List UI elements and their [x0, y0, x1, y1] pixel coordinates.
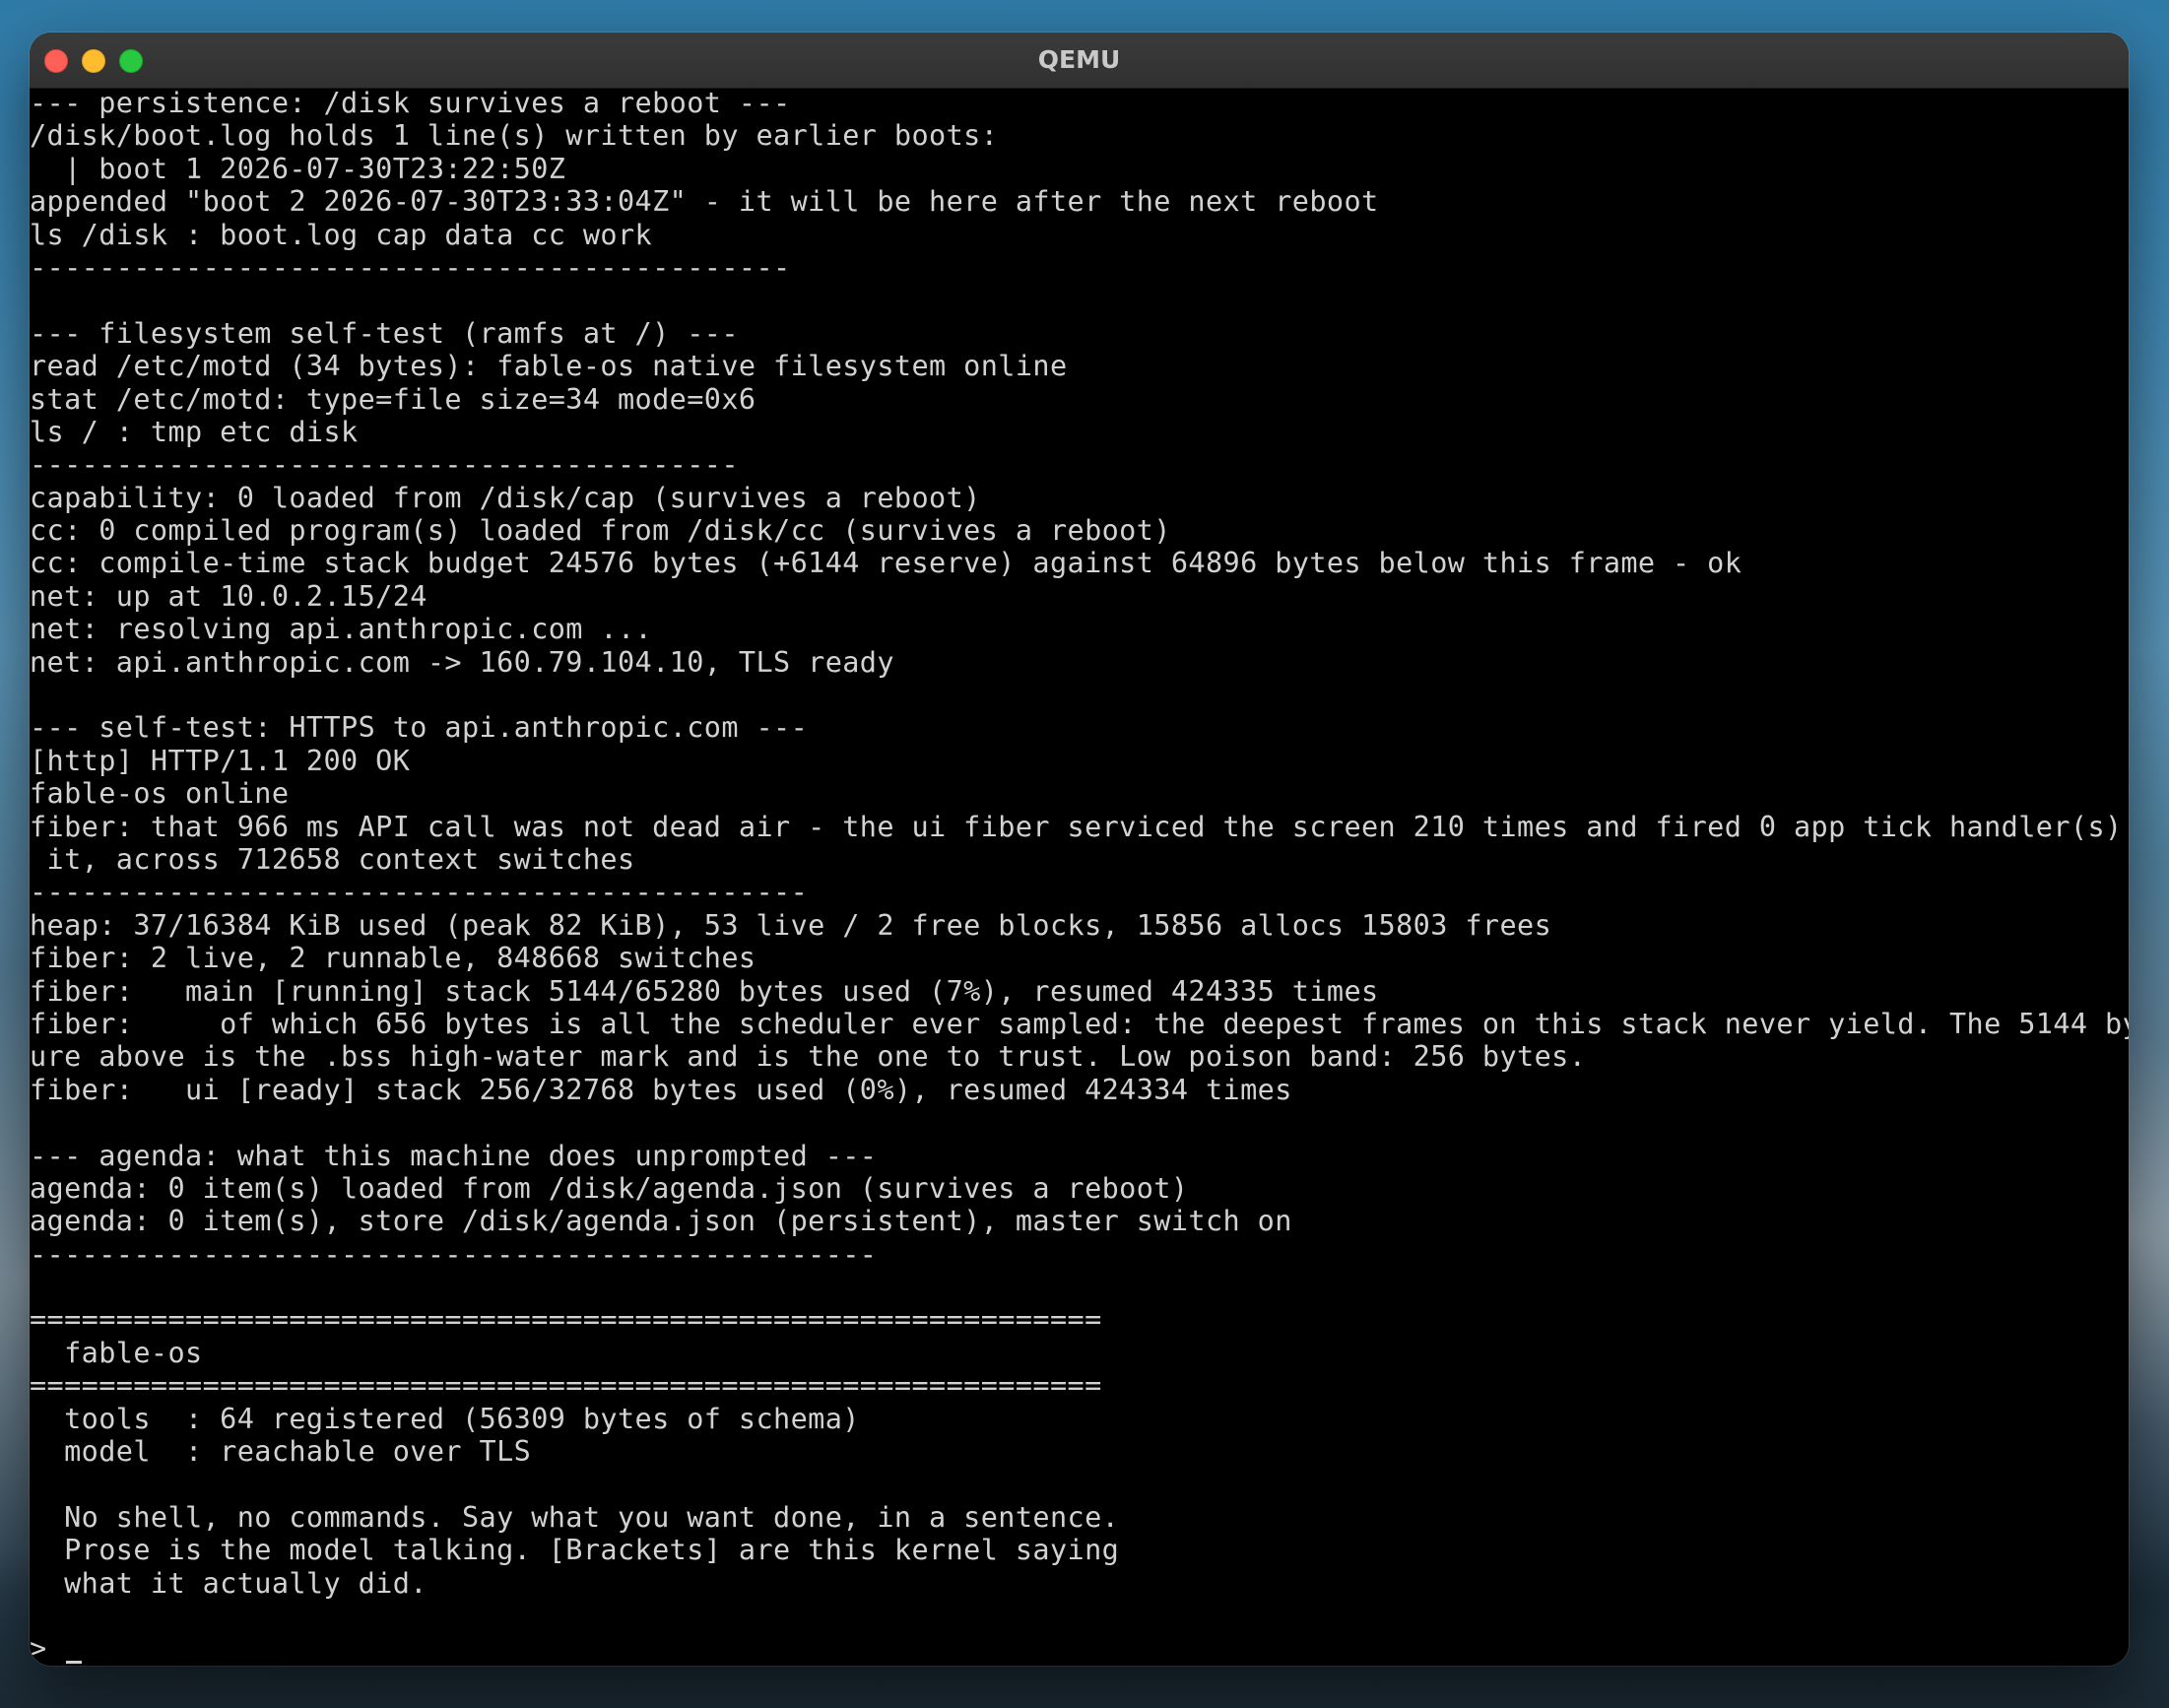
terminal-line: stat /etc/motd: type=file size=34 mode=0… [30, 382, 756, 416]
terminal-line: heap: 37/16384 KiB used (peak 82 KiB), 5… [30, 908, 1552, 942]
terminal-line: ========================================… [30, 1369, 1102, 1403]
terminal-line: ----------------------------------------… [30, 250, 791, 284]
terminal-line: --- persistence: /disk survives a reboot… [30, 89, 791, 119]
terminal-line: --- self-test: HTTPS to api.anthropic.co… [30, 711, 809, 745]
terminal-line: Prose is the model talking. [Brackets] a… [30, 1534, 1120, 1567]
terminal-line: net: resolving api.anthropic.com ... [30, 613, 653, 646]
terminal-line: --- agenda: what this machine does unpro… [30, 1139, 878, 1172]
terminal-line: ----------------------------------------… [30, 1237, 878, 1271]
terminal-line: fable-os [30, 1336, 203, 1369]
window-titlebar[interactable]: QEMU [30, 33, 2129, 89]
terminal-line: ========================================… [30, 1303, 1102, 1337]
window-title: QEMU [1037, 45, 1121, 74]
terminal-line: fiber: main [running] stack 5144/65280 b… [30, 974, 1379, 1008]
text-cursor [66, 1661, 83, 1665]
terminal-line: fiber: 2 live, 2 runnable, 848668 switch… [30, 942, 756, 975]
terminal-line: what it actually did. [30, 1566, 427, 1600]
terminal-line: agenda: 0 item(s) loaded from /disk/agen… [30, 1171, 1189, 1205]
terminal-line: cc: 0 compiled program(s) loaded from /d… [30, 514, 1171, 548]
terminal-line: capability: 0 loaded from /disk/cap (sur… [30, 481, 981, 514]
terminal-line: fiber: ui [ready] stack 256/32768 bytes … [30, 1073, 1292, 1106]
terminal-line: /disk/boot.log holds 1 line(s) written b… [30, 119, 999, 153]
terminal-line: | boot 1 2026-07-30T23:22:50Z [30, 152, 566, 185]
terminal-line: ls / : tmp etc disk [30, 415, 359, 448]
terminal-line: ----------------------------------------… [30, 448, 739, 482]
terminal-line: --- filesystem self-test (ramfs at /) --… [30, 316, 739, 350]
terminal-line: net: api.anthropic.com -> 160.79.104.10,… [30, 645, 894, 679]
terminal-line: fiber: that 966 ms API call was not dead… [30, 810, 2129, 843]
terminal-line: read /etc/motd (34 bytes): fable-os nati… [30, 350, 1068, 383]
terminal-line: cc: compile-time stack budget 24576 byte… [30, 547, 1742, 580]
terminal-line: ure above is the .bss high-water mark an… [30, 1040, 1587, 1074]
prompt-symbol: > [30, 1632, 47, 1666]
terminal-line: net: up at 10.0.2.15/24 [30, 579, 427, 613]
terminal-line: agenda: 0 item(s), store /disk/agenda.js… [30, 1205, 1292, 1238]
terminal-line: tools : 64 registered (56309 bytes of sc… [30, 1402, 860, 1435]
terminal-line: fable-os online [30, 777, 290, 811]
terminal-line: model : reachable over TLS [30, 1435, 532, 1469]
terminal-line: it, across 712658 context switches [30, 842, 635, 876]
terminal-line: ls /disk : boot.log cap data cc work [30, 218, 653, 251]
terminal-prompt-line[interactable]: > [30, 1632, 2129, 1665]
qemu-window: QEMU --- persistence: /disk survives a r… [30, 33, 2129, 1666]
terminal-line: appended "boot 2 2026-07-30T23:33:04Z" -… [30, 185, 1379, 219]
terminal-line: ----------------------------------------… [30, 876, 809, 909]
terminal-line: [http] HTTP/1.1 200 OK [30, 744, 411, 777]
terminal-line: fiber: of which 656 bytes is all the sch… [30, 1007, 2129, 1040]
terminal-screen[interactable]: --- persistence: /disk survives a reboot… [30, 89, 2129, 1666]
terminal-output: --- persistence: /disk survives a reboot… [30, 89, 2129, 1600]
terminal-line: No shell, no commands. Say what you want… [30, 1500, 1120, 1534]
